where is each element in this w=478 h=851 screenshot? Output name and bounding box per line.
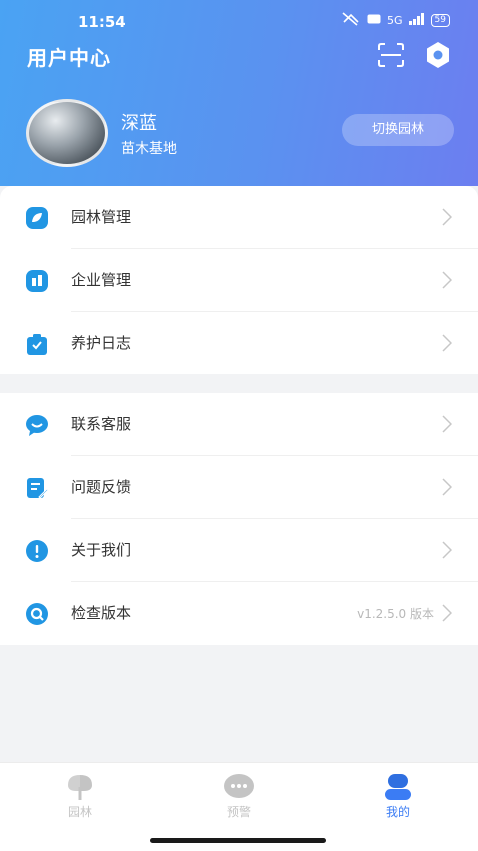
alert-bubble-icon: [223, 773, 255, 801]
chevron-right-icon: [442, 604, 453, 622]
tab-label: 预警: [226, 805, 251, 819]
tab-garden[interactable]: 园林: [40, 773, 120, 820]
user-name: 深蓝: [121, 113, 157, 134]
profile-header: 11:54 5G 59 用户中心 深蓝 苗木基地 切换园林: [0, 0, 478, 186]
mute-icon: [341, 12, 361, 29]
signal-icon: [408, 13, 425, 28]
menu-label: 问题反馈: [71, 478, 132, 496]
tree-icon: [64, 773, 96, 801]
scan-icon[interactable]: [377, 42, 405, 68]
info-icon: [26, 540, 48, 562]
hd-icon: [367, 14, 381, 27]
battery-icon: 59: [430, 14, 450, 27]
chevron-right-icon: [442, 334, 453, 352]
menu-label: 关于我们: [71, 541, 132, 559]
chevron-right-icon: [442, 478, 453, 496]
chevron-right-icon: [442, 208, 453, 226]
search-icon: [26, 603, 48, 625]
building-icon: [26, 270, 48, 292]
switch-garden-button[interactable]: 切换园林: [342, 114, 454, 146]
menu-item-customer-service[interactable]: 联系客服: [0, 393, 478, 456]
menu-label: 养护日志: [71, 334, 132, 352]
menu-label: 检查版本: [71, 604, 132, 622]
menu-item-garden-management[interactable]: 园林管理: [0, 186, 478, 249]
menu-item-feedback[interactable]: 问题反馈: [0, 456, 478, 519]
menu-group-support: 联系客服 问题反馈 关于我们 检查版本 v1.2.5.0 版本: [0, 393, 478, 645]
chat-icon: [26, 414, 48, 436]
tab-mine[interactable]: 我的: [358, 773, 438, 820]
menu-item-about-us[interactable]: 关于我们: [0, 519, 478, 582]
tab-label: 园林: [67, 805, 92, 819]
status-time: 11:54: [78, 13, 126, 31]
settings-icon[interactable]: [425, 41, 451, 69]
home-indicator: [150, 838, 326, 843]
menu-label: 企业管理: [71, 271, 132, 289]
log-icon: [26, 333, 48, 355]
network-label: 5G: [387, 14, 403, 27]
tab-alerts[interactable]: 预警: [199, 773, 279, 820]
edit-icon: [26, 477, 49, 499]
chevron-right-icon: [442, 541, 453, 559]
user-icon: [382, 773, 414, 801]
status-icons: 5G 59: [341, 12, 450, 29]
menu-item-enterprise-management[interactable]: 企业管理: [0, 249, 478, 312]
version-text: v1.2.5.0 版本: [357, 607, 434, 621]
menu-group-management: 园林管理 企业管理 养护日志: [0, 186, 478, 374]
menu-label: 联系客服: [71, 415, 132, 433]
tab-label: 我的: [385, 805, 410, 819]
user-org: 苗木基地: [121, 141, 177, 157]
page-title: 用户中心: [27, 46, 111, 70]
menu-item-check-version[interactable]: 检查版本 v1.2.5.0 版本: [0, 582, 478, 645]
leaf-icon: [26, 207, 48, 229]
chevron-right-icon: [442, 415, 453, 433]
chevron-right-icon: [442, 271, 453, 289]
menu-item-maintenance-log[interactable]: 养护日志: [0, 312, 478, 375]
avatar[interactable]: [26, 99, 108, 167]
menu-label: 园林管理: [71, 208, 132, 226]
